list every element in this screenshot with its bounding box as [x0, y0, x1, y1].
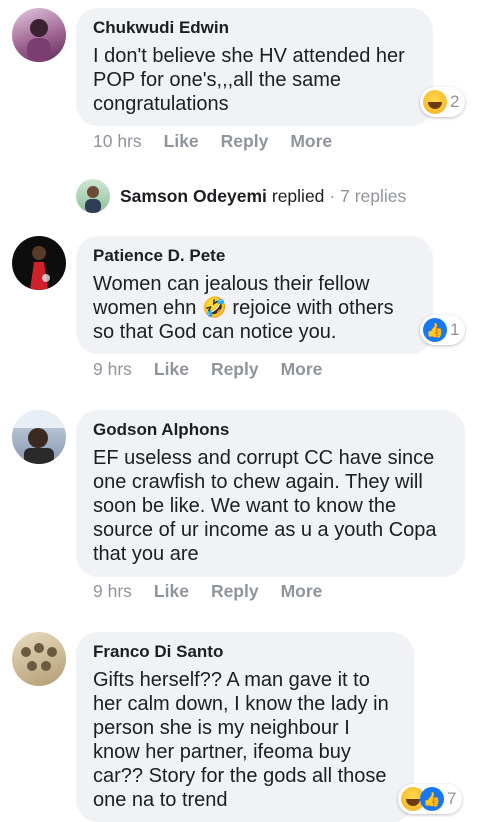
comment-time: 10 hrs: [93, 131, 142, 151]
avatar[interactable]: [12, 410, 66, 464]
reaction-count: 1: [450, 320, 460, 339]
reaction-summary[interactable]: 2: [420, 87, 466, 117]
comment-text: I don't believe she HV attended her POP …: [93, 45, 411, 115]
like-icon: 👍: [423, 318, 447, 342]
comment-bubble: Chukwudi Edwin I don't believe she HV at…: [76, 8, 433, 126]
comment-text: Gifts herself?? A man gave it to her cal…: [93, 669, 395, 811]
comment-actions: 9 hrs Like Reply More: [93, 359, 344, 380]
haha-icon: [423, 90, 447, 114]
avatar[interactable]: [12, 632, 66, 686]
like-button[interactable]: Like: [154, 581, 189, 601]
more-button[interactable]: More: [281, 359, 323, 379]
replied-label: replied: [271, 185, 325, 206]
reply-button[interactable]: Reply: [221, 131, 269, 151]
comment-author[interactable]: Godson Alphons: [93, 420, 447, 440]
comment-time: 9 hrs: [93, 581, 132, 601]
comment-author[interactable]: Franco Di Santo: [93, 642, 396, 662]
view-replies[interactable]: Samson Odeyemi replied · 7 replies: [76, 178, 406, 214]
reply-button[interactable]: Reply: [211, 581, 259, 601]
more-button[interactable]: More: [290, 131, 332, 151]
reply-avatar: [76, 179, 110, 213]
reaction-count: 7: [447, 789, 457, 808]
avatar[interactable]: [12, 8, 66, 62]
like-button[interactable]: Like: [164, 131, 199, 151]
comment-bubble: Godson Alphons EF useless and corrupt CC…: [76, 410, 465, 577]
comment-bubble: Patience D. Pete Women can jealous their…: [76, 236, 433, 354]
comment-actions: 10 hrs Like Reply More: [93, 131, 354, 152]
comment-bubble: Franco Di Santo Gifts herself?? A man ga…: [76, 632, 414, 822]
reaction-summary[interactable]: 👍 1: [420, 315, 466, 345]
comment-actions: 9 hrs Like Reply More: [93, 581, 344, 602]
more-button[interactable]: More: [281, 581, 323, 601]
reaction-count: 2: [450, 92, 460, 111]
comment-text: EF useless and corrupt CC have since one…: [93, 447, 443, 565]
replies-count[interactable]: · 7 replies: [329, 186, 406, 207]
avatar[interactable]: [12, 236, 66, 290]
like-button[interactable]: Like: [154, 359, 189, 379]
comment-author[interactable]: Patience D. Pete: [93, 246, 415, 266]
like-icon: 👍: [420, 787, 444, 811]
comment-author[interactable]: Chukwudi Edwin: [93, 18, 415, 38]
reply-button[interactable]: Reply: [211, 359, 259, 379]
replier-name[interactable]: Samson Odeyemi: [120, 186, 267, 207]
comment-text: Women can jealous their fellow women ehn…: [93, 273, 400, 343]
reaction-summary[interactable]: 👍 7: [398, 784, 463, 814]
comment-time: 9 hrs: [93, 359, 132, 379]
